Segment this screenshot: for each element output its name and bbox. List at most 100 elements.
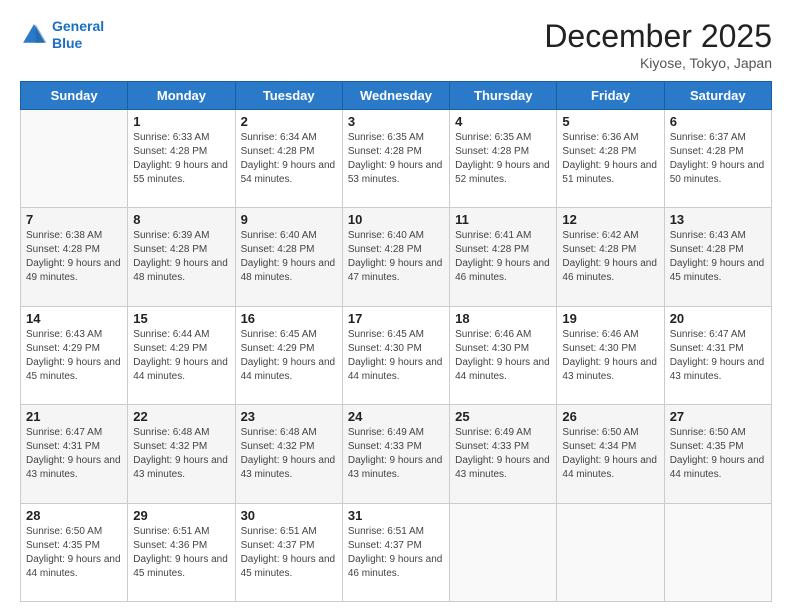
cell-day-number: 23 [241,409,337,424]
table-row: 4 Sunrise: 6:35 AMSunset: 4:28 PMDayligh… [450,110,557,208]
table-row: 7 Sunrise: 6:38 AMSunset: 4:28 PMDayligh… [21,208,128,306]
cell-info: Sunrise: 6:51 AMSunset: 4:37 PMDaylight:… [241,525,337,581]
cell-info: Sunrise: 6:42 AMSunset: 4:28 PMDaylight:… [562,229,658,285]
table-row: 17 Sunrise: 6:45 AMSunset: 4:30 PMDaylig… [342,306,449,404]
cell-info: Sunrise: 6:36 AMSunset: 4:28 PMDaylight:… [562,131,658,187]
cell-day-number: 1 [133,114,229,129]
col-wednesday: Wednesday [342,82,449,110]
cell-info: Sunrise: 6:44 AMSunset: 4:29 PMDaylight:… [133,328,229,384]
cell-info: Sunrise: 6:49 AMSunset: 4:33 PMDaylight:… [455,426,551,482]
cell-info: Sunrise: 6:47 AMSunset: 4:31 PMDaylight:… [670,328,766,384]
cell-info: Sunrise: 6:51 AMSunset: 4:37 PMDaylight:… [348,525,444,581]
table-row: 5 Sunrise: 6:36 AMSunset: 4:28 PMDayligh… [557,110,664,208]
cell-day-number: 2 [241,114,337,129]
cell-info: Sunrise: 6:46 AMSunset: 4:30 PMDaylight:… [562,328,658,384]
cell-day-number: 16 [241,311,337,326]
cell-info: Sunrise: 6:34 AMSunset: 4:28 PMDaylight:… [241,131,337,187]
main-title: December 2025 [544,18,772,55]
cell-info: Sunrise: 6:33 AMSunset: 4:28 PMDaylight:… [133,131,229,187]
cell-info: Sunrise: 6:50 AMSunset: 4:35 PMDaylight:… [670,426,766,482]
cell-day-number: 6 [670,114,766,129]
table-row: 27 Sunrise: 6:50 AMSunset: 4:35 PMDaylig… [664,405,771,503]
cell-info: Sunrise: 6:41 AMSunset: 4:28 PMDaylight:… [455,229,551,285]
cell-info: Sunrise: 6:45 AMSunset: 4:29 PMDaylight:… [241,328,337,384]
cell-day-number: 15 [133,311,229,326]
col-sunday: Sunday [21,82,128,110]
cell-day-number: 31 [348,508,444,523]
cell-day-number: 24 [348,409,444,424]
table-row: 15 Sunrise: 6:44 AMSunset: 4:29 PMDaylig… [128,306,235,404]
cell-day-number: 21 [26,409,122,424]
cell-info: Sunrise: 6:39 AMSunset: 4:28 PMDaylight:… [133,229,229,285]
cell-day-number: 27 [670,409,766,424]
col-thursday: Thursday [450,82,557,110]
cell-info: Sunrise: 6:43 AMSunset: 4:28 PMDaylight:… [670,229,766,285]
cell-day-number: 28 [26,508,122,523]
table-row: 29 Sunrise: 6:51 AMSunset: 4:36 PMDaylig… [128,503,235,601]
cell-info: Sunrise: 6:35 AMSunset: 4:28 PMDaylight:… [455,131,551,187]
cell-info: Sunrise: 6:38 AMSunset: 4:28 PMDaylight:… [26,229,122,285]
table-row: 28 Sunrise: 6:50 AMSunset: 4:35 PMDaylig… [21,503,128,601]
cell-day-number: 22 [133,409,229,424]
cell-info: Sunrise: 6:40 AMSunset: 4:28 PMDaylight:… [348,229,444,285]
table-row: 8 Sunrise: 6:39 AMSunset: 4:28 PMDayligh… [128,208,235,306]
cell-info: Sunrise: 6:35 AMSunset: 4:28 PMDaylight:… [348,131,444,187]
col-monday: Monday [128,82,235,110]
col-friday: Friday [557,82,664,110]
cell-info: Sunrise: 6:51 AMSunset: 4:36 PMDaylight:… [133,525,229,581]
logo-line1: General [52,18,104,34]
cell-info: Sunrise: 6:43 AMSunset: 4:29 PMDaylight:… [26,328,122,384]
table-row: 18 Sunrise: 6:46 AMSunset: 4:30 PMDaylig… [450,306,557,404]
table-row: 31 Sunrise: 6:51 AMSunset: 4:37 PMDaylig… [342,503,449,601]
cell-day-number: 12 [562,212,658,227]
logo: General Blue [20,18,104,52]
table-row: 26 Sunrise: 6:50 AMSunset: 4:34 PMDaylig… [557,405,664,503]
cell-day-number: 9 [241,212,337,227]
table-row: 3 Sunrise: 6:35 AMSunset: 4:28 PMDayligh… [342,110,449,208]
cell-day-number: 17 [348,311,444,326]
table-row: 10 Sunrise: 6:40 AMSunset: 4:28 PMDaylig… [342,208,449,306]
table-row: 12 Sunrise: 6:42 AMSunset: 4:28 PMDaylig… [557,208,664,306]
table-row: 14 Sunrise: 6:43 AMSunset: 4:29 PMDaylig… [21,306,128,404]
table-row: 19 Sunrise: 6:46 AMSunset: 4:30 PMDaylig… [557,306,664,404]
table-row: 20 Sunrise: 6:47 AMSunset: 4:31 PMDaylig… [664,306,771,404]
title-area: December 2025 Kiyose, Tokyo, Japan [544,18,772,71]
cell-info: Sunrise: 6:37 AMSunset: 4:28 PMDaylight:… [670,131,766,187]
col-saturday: Saturday [664,82,771,110]
calendar-header-row: Sunday Monday Tuesday Wednesday Thursday… [21,82,772,110]
subtitle: Kiyose, Tokyo, Japan [544,55,772,71]
logo-icon [20,21,48,49]
cell-info: Sunrise: 6:47 AMSunset: 4:31 PMDaylight:… [26,426,122,482]
header: General Blue December 2025 Kiyose, Tokyo… [20,18,772,71]
calendar-week-row: 7 Sunrise: 6:38 AMSunset: 4:28 PMDayligh… [21,208,772,306]
table-row: 24 Sunrise: 6:49 AMSunset: 4:33 PMDaylig… [342,405,449,503]
cell-day-number: 3 [348,114,444,129]
cell-day-number: 13 [670,212,766,227]
table-row [450,503,557,601]
page: General Blue December 2025 Kiyose, Tokyo… [0,0,792,612]
table-row: 30 Sunrise: 6:51 AMSunset: 4:37 PMDaylig… [235,503,342,601]
table-row [664,503,771,601]
table-row: 6 Sunrise: 6:37 AMSunset: 4:28 PMDayligh… [664,110,771,208]
cell-day-number: 8 [133,212,229,227]
cell-day-number: 4 [455,114,551,129]
cell-day-number: 26 [562,409,658,424]
cell-day-number: 7 [26,212,122,227]
logo-text: General Blue [52,18,104,52]
calendar-week-row: 14 Sunrise: 6:43 AMSunset: 4:29 PMDaylig… [21,306,772,404]
cell-day-number: 19 [562,311,658,326]
cell-info: Sunrise: 6:49 AMSunset: 4:33 PMDaylight:… [348,426,444,482]
cell-info: Sunrise: 6:46 AMSunset: 4:30 PMDaylight:… [455,328,551,384]
cell-info: Sunrise: 6:50 AMSunset: 4:35 PMDaylight:… [26,525,122,581]
cell-day-number: 30 [241,508,337,523]
table-row: 21 Sunrise: 6:47 AMSunset: 4:31 PMDaylig… [21,405,128,503]
calendar-table: Sunday Monday Tuesday Wednesday Thursday… [20,81,772,602]
table-row: 13 Sunrise: 6:43 AMSunset: 4:28 PMDaylig… [664,208,771,306]
table-row [557,503,664,601]
table-row: 23 Sunrise: 6:48 AMSunset: 4:32 PMDaylig… [235,405,342,503]
col-tuesday: Tuesday [235,82,342,110]
table-row: 1 Sunrise: 6:33 AMSunset: 4:28 PMDayligh… [128,110,235,208]
calendar-week-row: 28 Sunrise: 6:50 AMSunset: 4:35 PMDaylig… [21,503,772,601]
cell-day-number: 18 [455,311,551,326]
cell-day-number: 29 [133,508,229,523]
